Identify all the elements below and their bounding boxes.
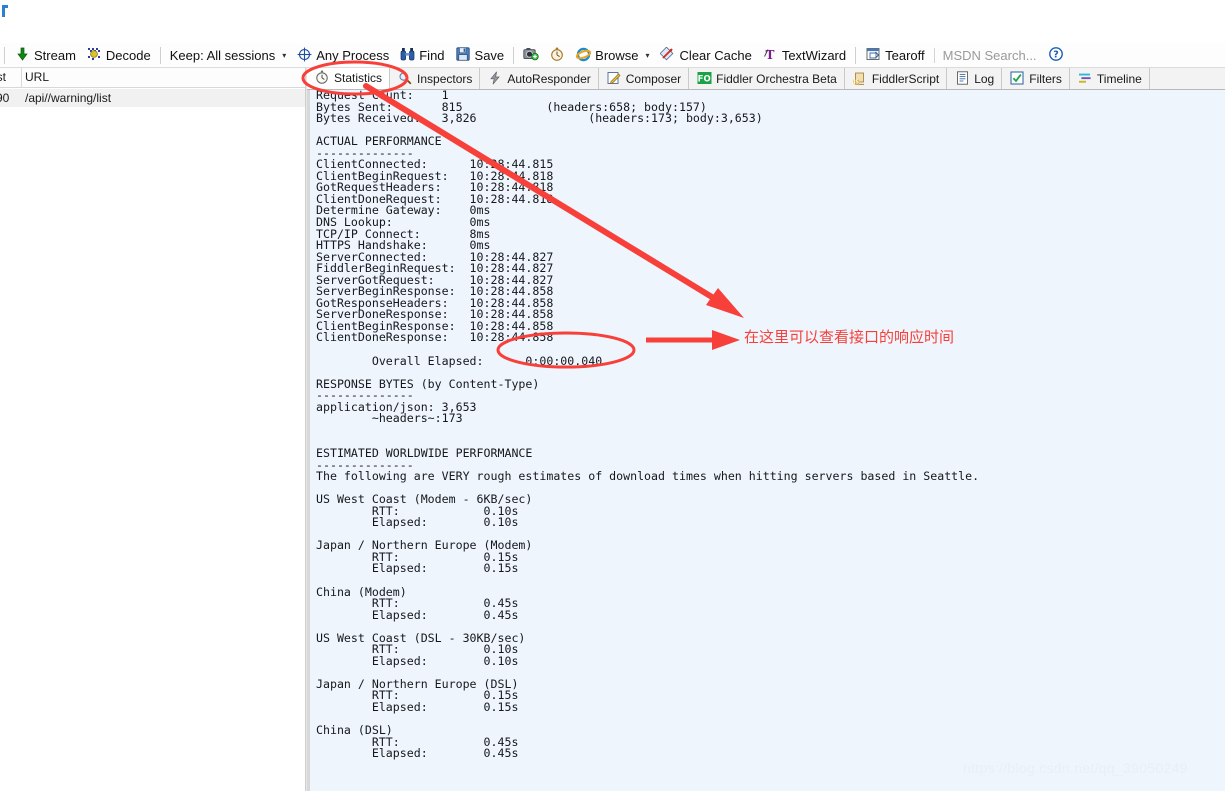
toolbar-any-process-label: Any Process xyxy=(316,47,390,63)
timer-clock-icon xyxy=(549,47,565,63)
toolbar-stream-label: Stream xyxy=(34,47,76,63)
window-top-strip xyxy=(0,0,1225,43)
tab-log[interactable]: Log xyxy=(947,68,1003,89)
timeline-bars-icon xyxy=(1077,71,1093,87)
toolbar-capture-screenshot-button[interactable] xyxy=(518,44,544,67)
session-host-cell: 90 xyxy=(0,91,10,105)
column-header-url[interactable]: URL xyxy=(25,70,49,84)
table-row[interactable]: 90 /api//warning/list xyxy=(0,89,307,107)
tab-filters[interactable]: Filters xyxy=(1002,68,1070,89)
fiddler-window: Stream Decode Keep: All sessions ▾ Any P… xyxy=(0,0,1225,791)
toolbar-any-process-button[interactable]: Any Process xyxy=(291,44,394,67)
toolbar-find-button[interactable]: Find xyxy=(394,44,449,67)
tab-composer[interactable]: Composer xyxy=(598,68,690,89)
toolbar-decode-button[interactable]: Decode xyxy=(81,44,156,67)
tearoff-icon xyxy=(865,47,881,63)
magnifier-icon xyxy=(397,71,413,87)
tab-fiddlerscript-label: FiddlerScript xyxy=(871,71,940,86)
any-process-target-icon xyxy=(296,47,312,63)
tab-statistics-label: Statistics xyxy=(334,71,383,85)
stream-arrow-icon xyxy=(14,47,30,63)
toolbar-separator xyxy=(513,46,515,64)
toolbar-separator xyxy=(4,46,5,64)
clear-cache-icon xyxy=(659,46,676,63)
toolbar-clear-cache-button[interactable]: Clear Cache xyxy=(655,44,757,67)
toolbar-keep-dropdown[interactable]: Keep: All sessions ▾ xyxy=(165,44,292,67)
toolbar-browse-button[interactable]: Browse ▾ xyxy=(570,44,654,67)
svg-text:T: T xyxy=(765,48,774,61)
svg-text:JS: JS xyxy=(853,79,859,84)
sessions-list-panel[interactable]: ost URL 90 /api//warning/list xyxy=(0,68,307,791)
pencil-note-icon xyxy=(606,71,622,87)
toolbar-find-label: Find xyxy=(419,47,445,63)
camera-icon xyxy=(523,47,539,63)
toolbar-textwizard-label: TextWizard xyxy=(781,47,847,63)
tab-autoresponder-label: AutoResponder xyxy=(507,71,591,86)
svg-text:FO: FO xyxy=(697,74,710,84)
statistics-left-gutter xyxy=(307,90,310,791)
toolbar-separator xyxy=(855,46,857,64)
lightning-icon xyxy=(487,71,503,87)
textwizard-icon: T xyxy=(762,47,778,63)
tab-timeline-label: Timeline xyxy=(1096,71,1142,86)
tab-filters-label: Filters xyxy=(1029,71,1062,86)
toolbar-browse-label: Browse xyxy=(595,47,639,63)
tab-fiddlerscript[interactable]: JS FiddlerScript xyxy=(844,68,948,89)
tab-autoresponder[interactable]: AutoResponder xyxy=(480,68,599,89)
tab-inspectors[interactable]: Inspectors xyxy=(390,68,481,89)
save-disk-icon xyxy=(455,47,471,63)
toolbar-decode-label: Decode xyxy=(105,47,151,63)
toolbar-textwizard-button[interactable]: T TextWizard xyxy=(757,44,851,67)
toolbar-save-button[interactable]: Save xyxy=(450,44,510,67)
browse-ie-icon xyxy=(575,47,591,63)
detail-tab-bar: Statistics Inspectors AutoResponder Comp… xyxy=(307,68,1225,90)
stopwatch-icon xyxy=(314,70,330,86)
session-url-cell: /api//warning/list xyxy=(25,91,112,105)
tab-statistics[interactable]: Statistics xyxy=(307,68,391,89)
main-toolbar: Stream Decode Keep: All sessions ▾ Any P… xyxy=(0,43,1225,68)
tab-log-label: Log xyxy=(974,71,995,86)
help-question-icon: ? xyxy=(1048,47,1064,63)
tab-composer-label: Composer xyxy=(625,71,682,86)
sessions-list-header: ost URL xyxy=(0,68,307,88)
toolbar-stream-button[interactable]: Stream xyxy=(9,44,81,67)
chevron-down-icon[interactable]: ▾ xyxy=(282,51,286,60)
toolbar-clear-cache-label: Clear Cache xyxy=(679,47,752,63)
toolbar-save-label: Save xyxy=(474,47,505,63)
toolbar-tearoff-label: Tearoff xyxy=(885,47,925,63)
chevron-down-icon[interactable]: ▾ xyxy=(646,51,650,60)
tab-inspectors-label: Inspectors xyxy=(417,71,473,86)
fo-badge-icon: FO xyxy=(696,71,712,87)
toolbar-separator xyxy=(159,46,161,64)
tab-fiddler-orchestra[interactable]: FO Fiddler Orchestra Beta xyxy=(689,68,845,89)
statistics-text: Request Count: 1 Bytes Sent: 815 (header… xyxy=(316,90,980,791)
find-binoculars-icon xyxy=(399,47,415,63)
column-header-host[interactable]: ost xyxy=(0,70,24,84)
js-scroll-icon: JS xyxy=(852,71,868,87)
toolbar-timer-button[interactable] xyxy=(544,44,570,67)
log-list-icon xyxy=(954,70,970,87)
window-corner-mark-icon xyxy=(2,5,8,17)
msdn-search-input[interactable]: MSDN Search... xyxy=(933,47,1043,63)
annotation-note-text: 在这里可以查看接口的响应时间 xyxy=(744,328,955,346)
tab-fiddler-orchestra-label: Fiddler Orchestra Beta xyxy=(716,71,837,86)
checkbox-icon xyxy=(1009,70,1025,87)
svg-text:?: ? xyxy=(1053,50,1059,61)
tab-timeline[interactable]: Timeline xyxy=(1069,68,1150,89)
watermark-text: https://blog.csdn.net/qq_39050249 xyxy=(963,760,1188,776)
toolbar-keep-label: Keep: All sessions xyxy=(169,47,276,63)
decode-icon xyxy=(86,47,102,63)
statistics-panel: Request Count: 1 Bytes Sent: 815 (header… xyxy=(307,90,1225,791)
toolbar-tearoff-button[interactable]: Tearoff xyxy=(860,44,930,67)
toolbar-help-button[interactable]: ? xyxy=(1043,44,1069,67)
